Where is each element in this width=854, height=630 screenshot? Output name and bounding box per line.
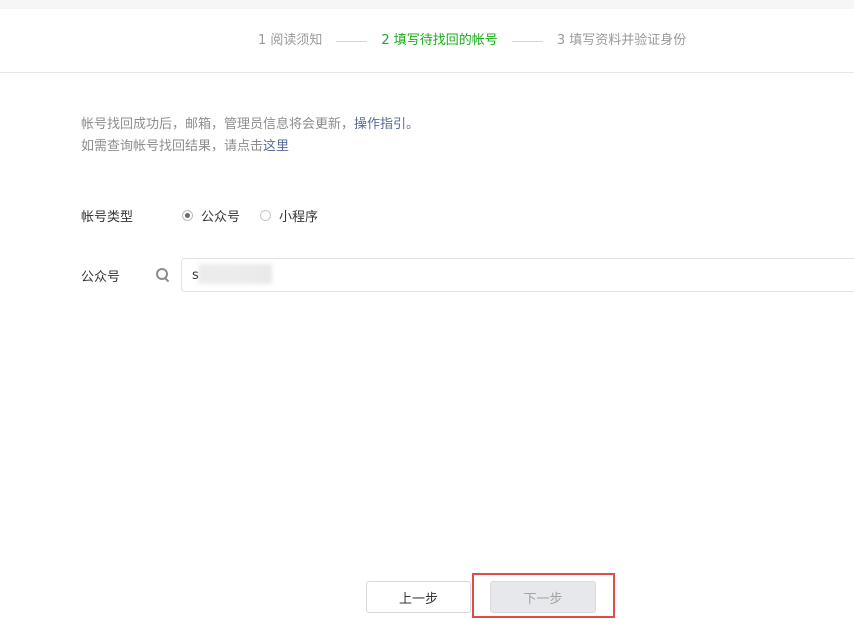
radio-mini-program-label: 小程序 [279, 209, 319, 225]
radio-checked-icon [182, 209, 193, 221]
radio-mini-program[interactable]: 小程序 [260, 206, 318, 225]
notice-line-2: 如需查询帐号找回结果，请点击这里 [81, 136, 419, 158]
notice-line-1: 帐号找回成功后，邮箱，管理员信息将会更新，操作指引。 [81, 114, 419, 136]
steps-bar: 1 阅读须知 2 填写待找回的帐号 3 填写资料并验证身份 [0, 9, 854, 73]
step-2-active: 2 填写待找回的帐号 [381, 33, 498, 48]
step-indicator: 1 阅读须知 2 填写待找回的帐号 3 填写资料并验证身份 [258, 31, 686, 51]
step-divider [336, 40, 368, 42]
account-search-input[interactable] [181, 258, 854, 292]
search-icon [155, 267, 171, 283]
notice-line-2-text: 如需查询帐号找回结果，请点击 [81, 139, 264, 154]
step-divider [511, 40, 543, 42]
guide-link[interactable]: 操作指引。 [354, 117, 419, 132]
step-1: 1 阅读须知 [258, 33, 323, 48]
prev-step-button[interactable]: 上一步 [366, 581, 471, 613]
radio-official-account-label: 公众号 [201, 209, 241, 225]
step-3: 3 填写资料并验证身份 [556, 33, 687, 48]
account-row: 公众号 [81, 257, 854, 293]
top-strip [0, 0, 854, 9]
radio-unchecked-icon [260, 209, 272, 221]
query-result-link[interactable]: 这里 [263, 139, 289, 154]
next-step-button[interactable]: 下一步 [490, 581, 596, 613]
notice-text: 帐号找回成功后，邮箱，管理员信息将会更新，操作指引。 如需查询帐号找回结果，请点… [81, 114, 419, 158]
account-type-row: 帐号类型 公众号 小程序 [81, 205, 338, 225]
radio-official-account[interactable]: 公众号 [182, 206, 240, 225]
notice-line-1-text: 帐号找回成功后，邮箱，管理员信息将会更新， [81, 117, 355, 132]
account-label: 公众号 [81, 269, 121, 285]
account-type-label: 帐号类型 [81, 209, 134, 225]
